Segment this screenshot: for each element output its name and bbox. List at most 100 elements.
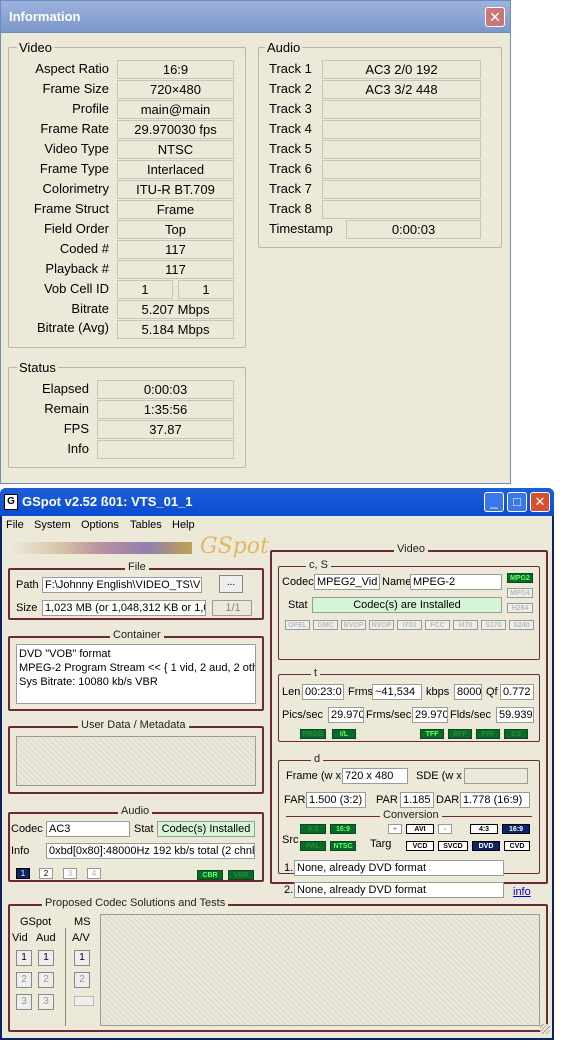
- aud-test-2[interactable]: 2: [38, 972, 54, 988]
- targ-vcd-button[interactable]: VCD: [406, 841, 434, 851]
- menu-tables[interactable]: Tables: [130, 519, 162, 531]
- path-field[interactable]: F:\Johnny English\VIDEO_TS\V: [42, 577, 202, 593]
- conv-avi-button[interactable]: AVI: [406, 824, 434, 834]
- userdata-group-label: User Data / Metadata: [78, 719, 189, 731]
- aspect-16x9-button[interactable]: 16:9: [502, 824, 530, 834]
- file-counter: 1/1: [212, 600, 252, 616]
- audio-track-label: Track 3: [269, 101, 312, 116]
- len-label: Len: [282, 686, 301, 698]
- conversion-line1-num: 1.: [284, 862, 294, 874]
- status-field-value: 0:00:03: [97, 380, 234, 399]
- video-field-value: main@main: [117, 100, 234, 119]
- av-test-1[interactable]: 1: [74, 950, 90, 966]
- video-field-label: Frame Rate: [40, 121, 109, 136]
- flds-field: 59.939: [496, 707, 534, 723]
- targ-label: Targ: [370, 838, 392, 850]
- status-field-value: [97, 440, 234, 459]
- conversion-label: Conversion: [380, 809, 442, 821]
- src-label: Src: [282, 834, 299, 846]
- gspot-app-icon: G: [4, 494, 18, 510]
- targ-svcd-button[interactable]: SVCD: [438, 841, 468, 851]
- gspot-audio-group-label: Audio: [118, 805, 153, 817]
- audio-track-2[interactable]: 2: [39, 868, 53, 879]
- codec-flag-badge: GMC: [313, 620, 338, 630]
- audio-track-value: [322, 200, 481, 219]
- audio-stat-field: Codec(s) Installed: [157, 821, 255, 837]
- av-test-2[interactable]: 2: [74, 972, 90, 988]
- timestamp-label: Timestamp: [269, 221, 333, 236]
- targ-cvd-button[interactable]: CVD: [504, 841, 530, 851]
- aspect-4x3-button[interactable]: 4:3: [470, 824, 498, 834]
- video-field-value: 16:9: [117, 60, 234, 79]
- audio-track-3[interactable]: 3: [63, 868, 77, 879]
- bitrate-label: Bitrate: [71, 301, 109, 316]
- close-button[interactable]: ✕: [530, 492, 550, 512]
- status-field-value: 37.87: [97, 420, 234, 439]
- pics-label: Pics/sec: [282, 709, 323, 721]
- container-line: MPEG-2 Program Stream << { 1 vid, 2 aud,…: [19, 662, 256, 674]
- vid-test-3[interactable]: 3: [16, 994, 32, 1010]
- targ-dvd-button[interactable]: DVD: [472, 841, 500, 851]
- kbps-field: 8000: [454, 684, 482, 700]
- aud-col-label: Aud: [36, 932, 56, 944]
- maximize-icon: □: [513, 494, 521, 509]
- qf-label: Qf: [486, 686, 498, 698]
- close-button[interactable]: ✕: [485, 7, 505, 27]
- video-stat-label: Stat: [288, 599, 308, 611]
- audio-track-1[interactable]: 1: [16, 868, 30, 879]
- sde-label: SDE (w x: [416, 770, 462, 782]
- src-16x9-badge: 16:9: [330, 824, 356, 834]
- video-field-label: Frame Type: [39, 161, 109, 176]
- close-icon: ✕: [534, 494, 546, 509]
- par-label: PAR: [376, 794, 398, 806]
- far-label: FAR: [284, 794, 306, 806]
- audio-track-value: AC3 2/0 192: [322, 60, 481, 79]
- conv-plus-button[interactable]: +: [388, 824, 402, 834]
- gspot-col-label: GSpot: [20, 916, 52, 928]
- menu-options[interactable]: Options: [81, 519, 119, 531]
- prog-badge: PROG: [300, 729, 326, 739]
- browse-button[interactable]: ...: [219, 575, 243, 593]
- gspot-window: G GSpot v2.52 ß01: VTS_01_1 _ □ ✕ File S…: [0, 488, 554, 1040]
- conversion-line2-field: None, already DVD format: [294, 882, 504, 898]
- menu-system[interactable]: System: [34, 519, 71, 531]
- vid-test-1[interactable]: 1: [16, 950, 32, 966]
- video-field-label: Profile: [72, 101, 109, 116]
- audio-track-label: Track 4: [269, 121, 312, 136]
- len-field: 00:23:0: [302, 684, 344, 700]
- bitrate-value: 5.207 Mbps: [117, 300, 234, 319]
- frame-label: Frame (w x: [286, 770, 341, 782]
- mpg4-badge: MPG4: [507, 588, 533, 598]
- audio-track-value: [322, 140, 481, 159]
- av-test-bar[interactable]: [74, 996, 94, 1006]
- bitrate-avg-label: Bitrate (Avg): [36, 320, 109, 335]
- qf-field: 0.772: [500, 684, 534, 700]
- audio-track-label: Track 5: [269, 141, 312, 156]
- video-field-value: 29.970030 fps: [117, 120, 234, 139]
- resize-grip[interactable]: [540, 1024, 550, 1034]
- proposed-divider: [65, 928, 66, 1026]
- dar-label: DAR: [436, 794, 460, 806]
- video-field-label: Colorimetry: [42, 181, 109, 196]
- aud-test-3[interactable]: 3: [38, 994, 54, 1010]
- info-link[interactable]: info: [513, 886, 531, 898]
- minimize-button[interactable]: _: [484, 492, 504, 512]
- dar-field: 1.778 (16:9): [460, 792, 530, 808]
- proposed-group-label: Proposed Codec Solutions and Tests: [42, 897, 229, 909]
- conv-minus-button[interactable]: -: [438, 824, 452, 834]
- audio-track-label: Track 2: [269, 81, 312, 96]
- fff-badge: FFF: [476, 729, 500, 739]
- conversion-line2-num: 2.: [284, 884, 294, 896]
- vid-test-2[interactable]: 2: [16, 972, 32, 988]
- container-info-box: DVD "VOB" format MPEG-2 Program Stream <…: [16, 644, 256, 704]
- container-line: Sys Bitrate: 10080 kb/s VBR: [19, 676, 158, 688]
- status-group-label: Status: [17, 360, 58, 375]
- frms-label: Frms: [348, 686, 374, 698]
- vbr-badge: VBR: [228, 870, 254, 880]
- menu-file[interactable]: File: [6, 519, 24, 531]
- menu-help[interactable]: Help: [172, 519, 195, 531]
- aud-test-1[interactable]: 1: [38, 950, 54, 966]
- maximize-button[interactable]: □: [507, 492, 527, 512]
- codec-flag-badge: I703: [397, 620, 422, 630]
- audio-track-4[interactable]: 4: [87, 868, 101, 879]
